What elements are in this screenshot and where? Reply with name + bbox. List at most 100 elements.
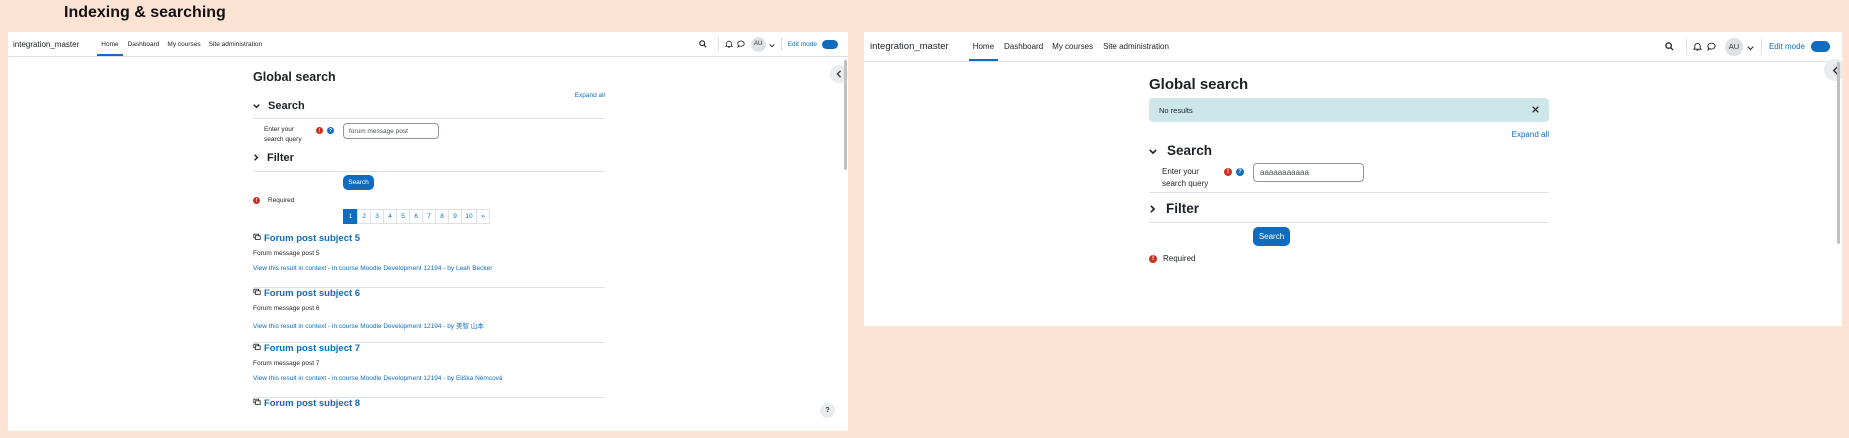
result-title[interactable]: Forum post subject 6 (253, 288, 605, 299)
page-link-1[interactable]: 1 (343, 209, 358, 224)
nav-dashboard[interactable]: Dashboard (1002, 32, 1045, 61)
chevron-right-icon (1149, 201, 1156, 216)
result-title-text[interactable]: Forum post subject 8 (264, 398, 360, 409)
course-link[interactable]: in course Moodle Development 12194 (332, 265, 441, 272)
help-icon[interactable]: ? (327, 127, 334, 134)
search-result: Forum post subject 7 Forum message post … (253, 343, 605, 398)
scrollbar[interactable] (844, 60, 847, 170)
query-label-line2: search query (264, 136, 302, 143)
search-icon[interactable] (696, 37, 710, 51)
search-section-header[interactable]: Search (1149, 143, 1212, 158)
nav-home[interactable]: Home (968, 32, 999, 61)
page-link-4[interactable]: 4 (383, 209, 397, 224)
page-link-7[interactable]: 7 (422, 209, 436, 224)
page-link-10[interactable]: 10 (461, 209, 477, 224)
result-title[interactable]: Forum post subject 5 (253, 233, 605, 244)
chevron-right-icon (253, 152, 259, 164)
author-link[interactable]: by Eliška Němcová (447, 375, 502, 382)
filter-section-title: Filter (267, 152, 294, 164)
search-button[interactable]: Search (1253, 227, 1290, 246)
close-icon[interactable] (1532, 105, 1539, 115)
view-in-context-link[interactable]: View this result in context (253, 323, 326, 330)
avatar[interactable]: AU (1724, 37, 1743, 56)
primary-navigation: Home Dashboard My courses Site administr… (968, 32, 1170, 61)
help-icon[interactable]: ? (1236, 168, 1244, 176)
result-title-text[interactable]: Forum post subject 6 (264, 288, 360, 299)
page-title: Global search (1149, 76, 1249, 93)
query-label: Enter your search query (264, 125, 302, 145)
search-icon[interactable] (1662, 39, 1678, 55)
chevron-down-icon[interactable] (1747, 38, 1754, 56)
edit-mode-toggle[interactable] (822, 39, 838, 49)
result-title-text[interactable]: Forum post subject 7 (264, 343, 360, 354)
query-label-line2: search query (1162, 179, 1209, 188)
author-link[interactable]: by Leah Becker (447, 265, 492, 272)
course-link[interactable]: in course Moodle Development 12194 (332, 375, 441, 382)
page-link-5[interactable]: 5 (396, 209, 410, 224)
nav-my-courses[interactable]: My courses (166, 32, 201, 56)
course-link[interactable]: in course Moodle Development 12194 (332, 323, 441, 330)
required-text: Required (1163, 254, 1196, 263)
search-result: Forum post subject 6 Forum message post … (253, 288, 605, 343)
page-link-next[interactable]: » (476, 209, 490, 224)
bell-icon[interactable] (1691, 39, 1705, 55)
divider (717, 37, 719, 51)
nav-site-administration[interactable]: Site administration (208, 32, 263, 56)
top-navbar: integration_master Home Dashboard My cou… (864, 32, 1842, 62)
filter-section-header[interactable]: Filter (1149, 201, 1199, 216)
author-link[interactable]: by 美智 山本 (447, 323, 483, 330)
result-title-text[interactable]: Forum post subject 5 (264, 233, 360, 244)
required-icon: ! (253, 197, 260, 204)
right-screenshot: integration_master Home Dashboard My cou… (864, 32, 1842, 326)
filter-section-header[interactable]: Filter (253, 152, 294, 164)
search-button[interactable]: Search (343, 175, 374, 190)
nav-my-courses[interactable]: My courses (1051, 32, 1094, 61)
forum-icon (253, 288, 261, 299)
result-title[interactable]: Forum post subject 7 (253, 343, 605, 354)
view-in-context-link[interactable]: View this result in context (253, 265, 326, 272)
search-section-header[interactable]: Search (253, 100, 305, 112)
required-icon: ! (316, 127, 323, 134)
bell-icon[interactable] (723, 37, 735, 51)
edit-mode-toggle[interactable] (1811, 41, 1830, 52)
expand-all-link[interactable]: Expand all (1512, 130, 1549, 139)
search-query-input[interactable]: forum message post (343, 123, 439, 139)
divider (1685, 38, 1687, 55)
avatar[interactable]: AU (750, 36, 766, 52)
page-link-8[interactable]: 8 (435, 209, 449, 224)
alert-message: No results (1159, 105, 1193, 115)
forum-icon (253, 398, 261, 409)
divider (253, 171, 605, 172)
scrollbar[interactable] (1837, 62, 1840, 244)
divider (780, 37, 782, 51)
required-note: ! Required (253, 197, 294, 204)
page-link-9[interactable]: 9 (448, 209, 462, 224)
search-query-input[interactable]: aaaaaaaaaaa (1253, 163, 1364, 182)
site-brand[interactable]: integration_master (13, 32, 79, 56)
required-text: Required (268, 197, 295, 204)
nav-dashboard[interactable]: Dashboard (127, 32, 161, 56)
result-title[interactable]: Forum post subject 8 (253, 398, 605, 409)
navbar-actions: AU Edit mode (1662, 32, 1842, 61)
nav-site-administration[interactable]: Site administration (1102, 32, 1170, 61)
view-in-context-link[interactable]: View this result in context (253, 375, 326, 382)
search-result: Forum post subject 8 (253, 398, 605, 418)
expand-all-link[interactable]: Expand all (575, 92, 605, 99)
chevron-down-icon (253, 100, 260, 112)
primary-navigation: Home Dashboard My courses Site administr… (97, 32, 263, 56)
chat-icon[interactable] (735, 37, 747, 51)
top-navbar: integration_master Home Dashboard My cou… (8, 32, 848, 57)
page-link-2[interactable]: 2 (357, 209, 371, 224)
nav-home[interactable]: Home (97, 32, 123, 56)
help-button[interactable]: ? (820, 403, 835, 418)
chevron-down-icon[interactable] (768, 35, 775, 53)
page-link-6[interactable]: 6 (409, 209, 423, 224)
edit-mode-label: Edit mode (787, 40, 817, 48)
divider (1149, 222, 1549, 223)
site-brand[interactable]: integration_master (870, 32, 949, 61)
query-label-line1: Enter your (264, 126, 294, 133)
divider (1760, 38, 1762, 55)
pagination: 1 2 3 4 5 6 7 8 9 10 » (343, 209, 490, 224)
chat-icon[interactable] (1705, 39, 1719, 55)
page-link-3[interactable]: 3 (370, 209, 384, 224)
